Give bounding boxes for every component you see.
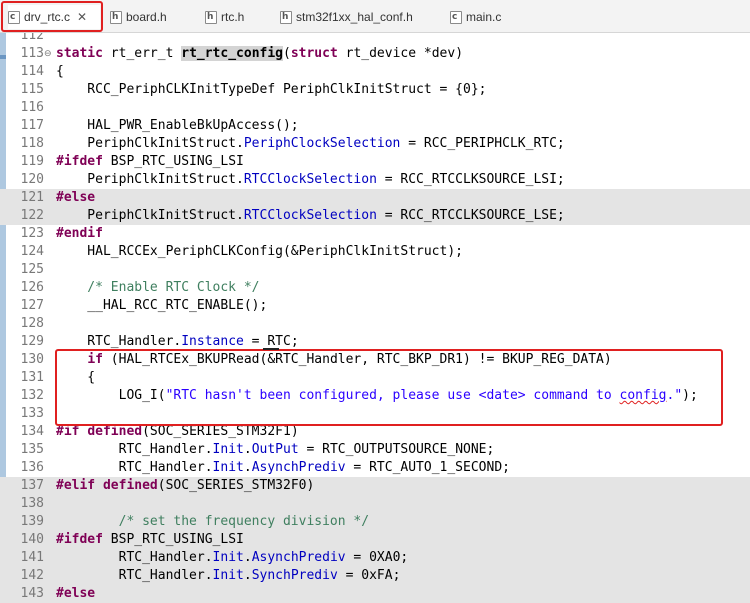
code-line[interactable]: 115 RCC_PeriphCLKInitTypeDef PeriphClkIn… bbox=[0, 81, 750, 99]
code-line[interactable]: 143 #else bbox=[0, 585, 750, 603]
code-text: #ifdef BSP_RTC_USING_LSI bbox=[56, 154, 244, 169]
code-line[interactable]: 120 PeriphClkInitStruct.RTCClockSelectio… bbox=[0, 171, 750, 189]
code-line[interactable]: 117 HAL_PWR_EnableBkUpAccess(); bbox=[0, 117, 750, 135]
line-number: 131 bbox=[20, 370, 44, 385]
code-text: HAL_PWR_EnableBkUpAccess(); bbox=[56, 118, 299, 133]
code-line[interactable]: 137 #elif defined(SOC_SERIES_STM32F0) bbox=[0, 477, 750, 495]
line-number: 139 bbox=[20, 514, 44, 529]
code-line[interactable]: 138 bbox=[0, 495, 750, 513]
line-number: 130 bbox=[20, 352, 44, 367]
tab-label: main.c bbox=[466, 10, 502, 24]
code-text: /* set the frequency division */ bbox=[56, 514, 370, 529]
line-number: 124 bbox=[20, 244, 44, 259]
code-text: #endif bbox=[56, 226, 103, 241]
code-text: RTC_Handler.Init.AsynchPrediv = RTC_AUTO… bbox=[56, 460, 510, 475]
line-number: 136 bbox=[20, 460, 44, 475]
line-number: 120 bbox=[20, 172, 44, 187]
line-number: 128 bbox=[20, 316, 44, 331]
active-tab-highlight-box bbox=[1, 1, 103, 32]
line-number: 137 bbox=[20, 478, 44, 493]
code-text: static rt_err_t rt_rtc_config(struct rt_… bbox=[56, 46, 464, 61]
line-number: 141 bbox=[20, 550, 44, 565]
line-number: 135 bbox=[20, 442, 44, 457]
line-number: 123 bbox=[20, 226, 44, 241]
code-line[interactable]: 114 { bbox=[0, 63, 750, 81]
line-number: 119 bbox=[20, 154, 44, 169]
line-number: 113 bbox=[20, 46, 44, 61]
tab-board-h[interactable]: h board.h bbox=[110, 5, 167, 29]
line-number: 142 bbox=[20, 568, 44, 583]
line-number: 126 bbox=[20, 280, 44, 295]
fold-toggle-icon[interactable]: ⊖ bbox=[44, 45, 54, 63]
line-number: 132 bbox=[20, 388, 44, 403]
line-number: 138 bbox=[20, 496, 44, 511]
code-line[interactable]: 135 RTC_Handler.Init.OutPut = RTC_OUTPUT… bbox=[0, 441, 750, 459]
header-file-icon: h bbox=[205, 10, 217, 24]
code-text: #else bbox=[56, 586, 96, 601]
line-number: 114 bbox=[20, 64, 44, 79]
code-line[interactable]: 122 PeriphClkInitStruct.RTCClockSelectio… bbox=[0, 207, 750, 225]
code-line[interactable]: 142 RTC_Handler.Init.SynchPrediv = 0xFA; bbox=[0, 567, 750, 585]
code-line[interactable]: 112 bbox=[0, 33, 750, 45]
line-number: 116 bbox=[20, 100, 44, 115]
code-text: RTC_Handler.Init.SynchPrediv = 0xFA; bbox=[56, 568, 401, 583]
code-line[interactable]: 113 ⊖ static rt_err_t rt_rtc_config(struct… bbox=[0, 45, 750, 63]
code-text: PeriphClkInitStruct.RTCClockSelection = … bbox=[56, 172, 565, 187]
header-file-icon: h bbox=[110, 10, 122, 24]
line-number: 140 bbox=[20, 532, 44, 547]
code-text: HAL_RCCEx_PeriphCLKConfig(&PeriphClkInit… bbox=[56, 244, 463, 259]
code-text: __HAL_RCC_RTC_ENABLE(); bbox=[56, 298, 268, 313]
code-text: { bbox=[56, 64, 64, 79]
code-editor[interactable]: 112 113 ⊖ static rt_err_t rt_rtc_config(str… bbox=[0, 33, 750, 603]
line-number: 133 bbox=[20, 406, 44, 421]
code-line[interactable]: 119 #ifdef BSP_RTC_USING_LSI bbox=[0, 153, 750, 171]
code-line[interactable]: 127 __HAL_RCC_RTC_ENABLE(); bbox=[0, 297, 750, 315]
tab-label: board.h bbox=[126, 10, 167, 24]
code-text: PeriphClkInitStruct.RTCClockSelection = … bbox=[56, 208, 565, 223]
code-text: RTC_Handler.Init.AsynchPrediv = 0XA0; bbox=[56, 550, 409, 565]
code-text: RTC_Handler.Init.OutPut = RTC_OUTPUTSOUR… bbox=[56, 442, 495, 457]
code-text: #elif defined(SOC_SERIES_STM32F0) bbox=[56, 478, 315, 493]
editor-tab-bar: c drv_rtc.c ✕ h board.h h rtc.h h stm32f… bbox=[0, 0, 750, 33]
tab-label: rtc.h bbox=[221, 10, 245, 24]
code-line[interactable]: 125 bbox=[0, 261, 750, 279]
code-line[interactable]: 128 bbox=[0, 315, 750, 333]
tab-stm32f1xx-hal-conf-h[interactable]: h stm32f1xx_hal_conf.h bbox=[280, 5, 413, 29]
code-highlight-box bbox=[55, 349, 723, 426]
code-line[interactable]: 139 /* set the frequency division */ bbox=[0, 513, 750, 531]
code-line[interactable]: 123 #endif bbox=[0, 225, 750, 243]
code-line[interactable]: 118 PeriphClkInitStruct.PeriphClockSelec… bbox=[0, 135, 750, 153]
tab-rtc-h[interactable]: h rtc.h bbox=[205, 5, 244, 29]
code-line[interactable]: 136 RTC_Handler.Init.AsynchPrediv = RTC_… bbox=[0, 459, 750, 477]
line-number: 127 bbox=[20, 298, 44, 313]
header-file-icon: h bbox=[280, 10, 292, 24]
line-number: 122 bbox=[20, 208, 44, 223]
code-line[interactable]: 126 /* Enable RTC Clock */ bbox=[0, 279, 750, 297]
tab-main-c[interactable]: c main.c bbox=[450, 5, 501, 29]
text-cursor bbox=[263, 348, 279, 350]
line-number: 125 bbox=[20, 262, 44, 277]
tab-label: stm32f1xx_hal_conf.h bbox=[296, 10, 413, 24]
c-source-file-icon: c bbox=[450, 10, 462, 24]
code-line[interactable]: 141 RTC_Handler.Init.AsynchPrediv = 0XA0… bbox=[0, 549, 750, 567]
code-line[interactable]: 140 #ifdef BSP_RTC_USING_LSI bbox=[0, 531, 750, 549]
code-text: RCC_PeriphCLKInitTypeDef PeriphClkInitSt… bbox=[56, 82, 487, 97]
line-number: 115 bbox=[20, 82, 44, 97]
code-text: /* Enable RTC Clock */ bbox=[56, 280, 260, 295]
line-number: 117 bbox=[20, 118, 44, 133]
line-number: 121 bbox=[20, 190, 44, 205]
line-number: 112 bbox=[20, 33, 44, 43]
code-line[interactable]: 124 HAL_RCCEx_PeriphCLKConfig(&PeriphClk… bbox=[0, 243, 750, 261]
line-number: 129 bbox=[20, 334, 44, 349]
line-number: 143 bbox=[20, 586, 44, 601]
code-line[interactable]: 121 #else bbox=[0, 189, 750, 207]
code-text: #ifdef BSP_RTC_USING_LSI bbox=[56, 532, 244, 547]
line-number: 134 bbox=[20, 424, 44, 439]
line-number: 118 bbox=[20, 136, 44, 151]
code-lines: 112 113 ⊖ static rt_err_t rt_rtc_config(str… bbox=[0, 33, 750, 603]
code-text: PeriphClkInitStruct.PeriphClockSelection… bbox=[56, 136, 565, 151]
code-line[interactable]: 116 bbox=[0, 99, 750, 117]
code-text: #else bbox=[56, 190, 96, 205]
